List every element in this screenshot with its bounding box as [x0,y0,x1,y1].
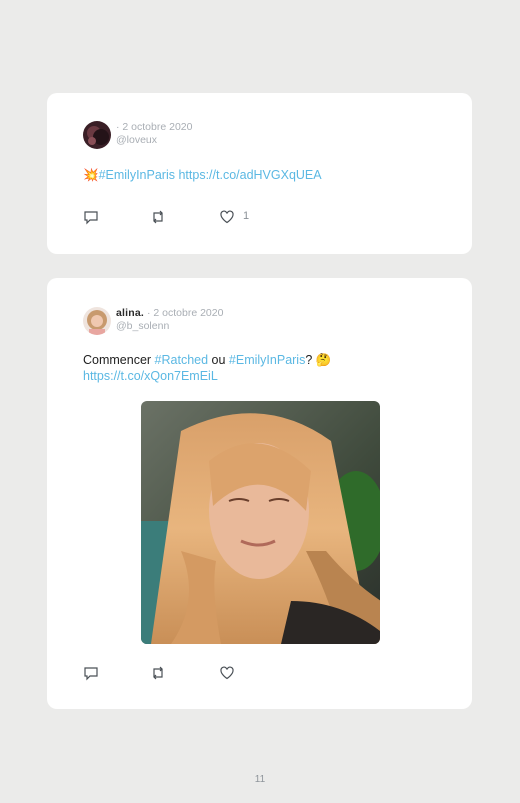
retweet-icon[interactable] [150,209,166,225]
tweet-card: · 2 octobre 2020 @loveux 💥#EmilyInParis … [47,93,472,254]
heart-icon[interactable] [219,665,235,681]
heart-icon [220,210,234,224]
tweet-date: · 2 octobre 2020 [146,307,224,319]
tweet-handle[interactable]: @loveux [116,134,192,147]
hashtag-link[interactable]: #EmilyInParis [229,353,305,367]
text-segment: ? 🤔 [305,353,332,367]
page-number: 11 [254,774,266,785]
hashtag-link[interactable]: #EmilyInParis [99,168,175,182]
text-segment: ou [208,353,229,367]
like-button[interactable]: 1 [219,209,259,225]
tweet-date: · 2 octobre 2020 [116,121,193,133]
url-link[interactable]: https://t.co/adHVGXqUEA [178,168,321,182]
like-count: 1 [243,210,250,222]
tweet-meta: alina. · 2 octobre 2020 @b_solenn [116,307,223,333]
tweet-text: Commencer #Ratched ou #EmilyInParis? 🤔 h… [83,352,448,384]
emoji: 💥 [83,168,99,182]
tweet-media-image[interactable] [141,401,380,644]
tweet-meta: · 2 octobre 2020 @loveux [116,121,192,147]
reply-icon[interactable] [83,209,99,225]
text-segment: Commencer [83,353,155,367]
avatar[interactable] [83,307,111,335]
tweet-handle[interactable]: @b_solenn [116,320,223,333]
url-link[interactable]: https://t.co/xQon7EmEiL [83,369,218,383]
reply-icon[interactable] [83,665,99,681]
tweet-author-name[interactable]: alina. [116,307,144,319]
tweet-card: alina. · 2 octobre 2020 @b_solenn Commen… [47,278,472,709]
retweet-icon[interactable] [150,665,166,681]
avatar[interactable] [83,121,111,149]
tweet-text: 💥#EmilyInParis https://t.co/adHVGXqUEA [83,167,448,183]
hashtag-link[interactable]: #Ratched [155,353,209,367]
